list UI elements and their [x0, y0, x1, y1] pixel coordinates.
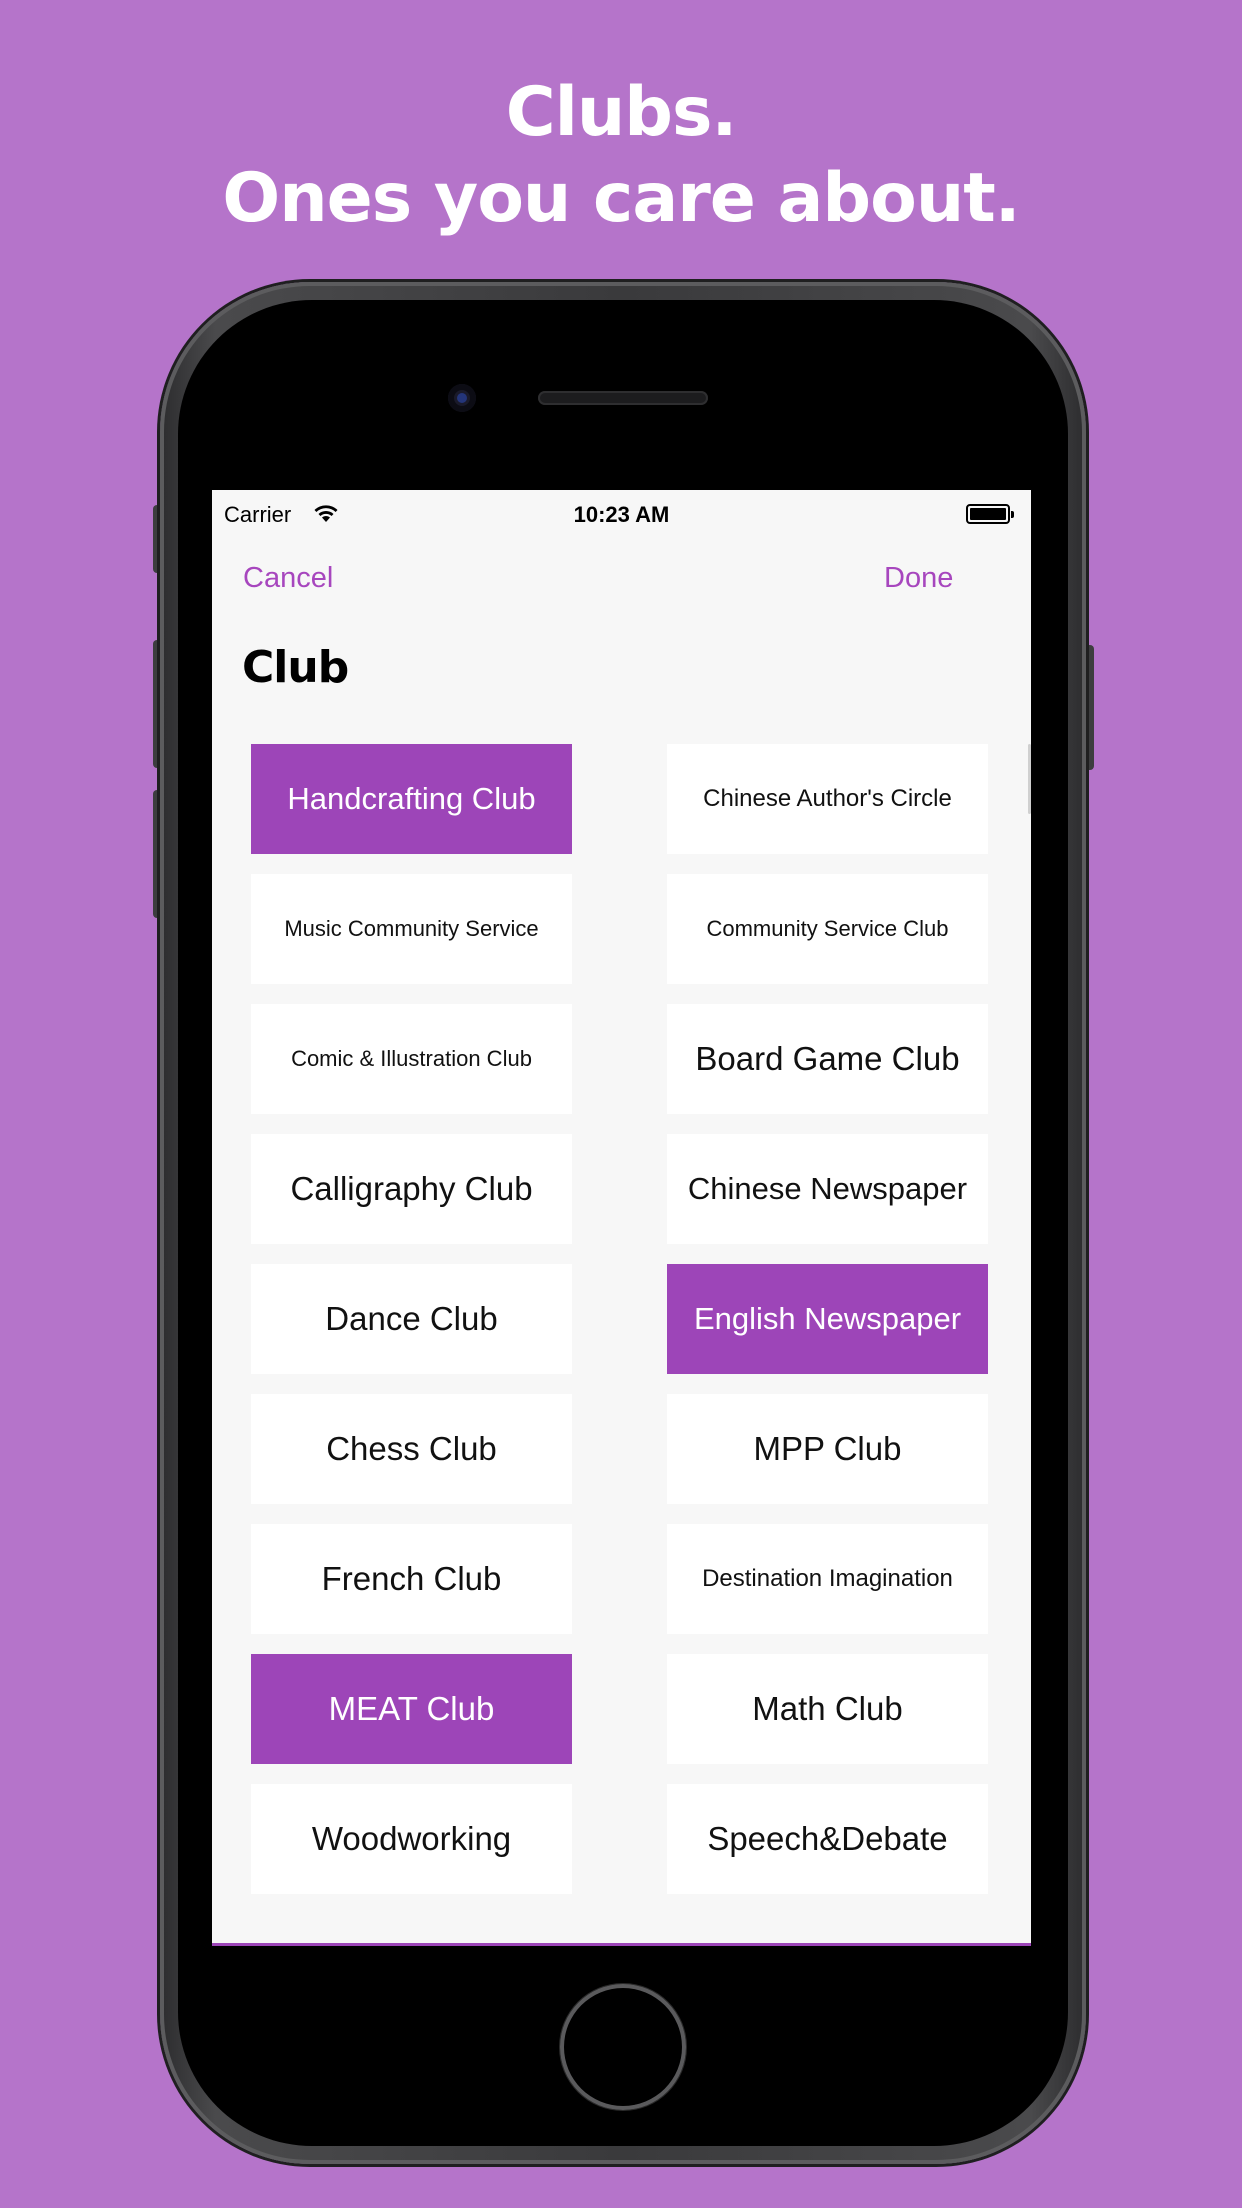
- club-option-chinese-authors-circle[interactable]: Chinese Author's Circle: [667, 744, 988, 854]
- earpiece-speaker: [538, 391, 708, 405]
- done-button[interactable]: Done: [884, 562, 953, 595]
- club-option-handcrafting[interactable]: Handcrafting Club: [251, 744, 572, 854]
- club-option-board-game[interactable]: Board Game Club: [667, 1004, 988, 1114]
- club-option-speech-debate[interactable]: Speech&Debate: [667, 1784, 988, 1894]
- promo-headline-line2: Ones you care about.: [222, 159, 1020, 238]
- club-option-woodworking[interactable]: Woodworking: [251, 1784, 572, 1894]
- promo-headline: Clubs. Ones you care about.: [0, 70, 1242, 242]
- home-button[interactable]: [560, 1984, 686, 2110]
- club-option-community-service[interactable]: Community Service Club: [667, 874, 988, 984]
- promo-headline-line1: Clubs.: [505, 73, 738, 152]
- club-option-comic-illustration[interactable]: Comic & Illustration Club: [251, 1004, 572, 1114]
- front-camera-icon: [448, 384, 476, 412]
- club-option-meat[interactable]: MEAT Club: [251, 1654, 572, 1764]
- club-option-dance[interactable]: Dance Club: [251, 1264, 572, 1374]
- club-option-english-newspaper[interactable]: English Newspaper: [667, 1264, 988, 1374]
- scroll-indicator[interactable]: [1028, 744, 1031, 814]
- club-option-math[interactable]: Math Club: [667, 1654, 988, 1764]
- club-option-chess[interactable]: Chess Club: [251, 1394, 572, 1504]
- club-option-destination-imagination[interactable]: Destination Imagination: [667, 1524, 988, 1634]
- club-option-calligraphy[interactable]: Calligraphy Club: [251, 1134, 572, 1244]
- app-screen: Carrier 10:23 AM Cancel Done Club Handcr…: [212, 490, 1031, 1946]
- status-time: 10:23 AM: [573, 502, 670, 527]
- battery-icon: [966, 504, 1014, 524]
- club-grid: Handcrafting Club Chinese Author's Circl…: [251, 744, 993, 1894]
- club-option-mpp[interactable]: MPP Club: [667, 1394, 988, 1504]
- club-option-french[interactable]: French Club: [251, 1524, 572, 1634]
- cancel-button[interactable]: Cancel: [243, 562, 333, 595]
- screen-bottom-divider: [212, 1943, 1031, 1946]
- club-option-music-community-service[interactable]: Music Community Service: [251, 874, 572, 984]
- club-option-chinese-newspaper[interactable]: Chinese Newspaper: [667, 1134, 988, 1244]
- page-title: Club: [242, 642, 349, 693]
- status-bar: Carrier 10:23 AM: [212, 490, 1031, 538]
